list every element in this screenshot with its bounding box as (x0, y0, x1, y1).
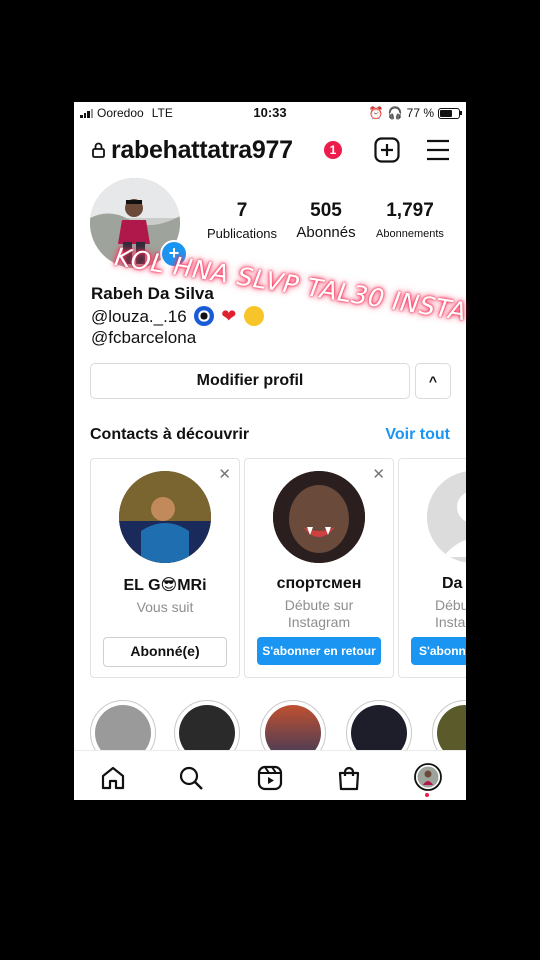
bio-name: Rabeh Da Silva (91, 284, 214, 303)
notification-badge: 1 (324, 141, 342, 159)
headphones-icon: 🎧 (387, 106, 403, 120)
edit-profile-button[interactable]: Modifier profil (90, 363, 410, 399)
home-icon[interactable] (100, 765, 126, 791)
profile-header: rabehattatra977 1 (74, 132, 466, 168)
alarm-icon: ⏰ (368, 106, 384, 120)
heart-icon: ❤ (221, 306, 237, 326)
battery-icon (438, 107, 462, 119)
phone-screen: Ooredoo LTE 10:33 ⏰ 🎧 77 % rabehattatra9… (74, 102, 466, 800)
heart-eyes-emoji-icon (244, 306, 265, 326)
highlight-item[interactable] (260, 700, 326, 750)
hamburger-menu-icon[interactable] (426, 139, 450, 161)
lock-icon (92, 142, 105, 158)
suggestion-avatar[interactable] (427, 471, 466, 563)
suggestion-avatar[interactable] (273, 471, 365, 563)
following-button[interactable]: Abonné(e) (103, 637, 227, 667)
highlight-item[interactable] (90, 700, 156, 750)
suggestion-subtitle: Débute sur Instagram (284, 597, 354, 630)
shop-bag-icon[interactable] (336, 765, 362, 791)
suggestion-subtitle: Vous suit (136, 599, 194, 615)
activity-dot (425, 793, 429, 797)
stat-posts[interactable]: 7 Publications (202, 200, 282, 241)
bio-line-2[interactable]: @fcbarcelona (91, 328, 196, 348)
highlights-row (74, 700, 466, 750)
evil-eye-icon (194, 306, 215, 326)
profile-avatar-icon[interactable] (414, 763, 442, 791)
suggestion-name: EL G😎MRi (123, 577, 207, 594)
stat-followers[interactable]: 505 Abonnés (290, 200, 362, 241)
follow-back-button[interactable]: S'abonner en retour (257, 637, 381, 665)
mention-link[interactable]: @louza._.16 (91, 307, 187, 326)
username-switcher[interactable]: rabehattatra977 (111, 136, 293, 165)
suggestion-subtitle: Débu Insta (435, 597, 466, 630)
bottom-tab-bar (74, 750, 466, 800)
suggestions-title: Contacts à découvrir (90, 426, 250, 443)
highlight-item[interactable] (432, 700, 466, 750)
collapse-suggestions-button[interactable]: ^ (415, 363, 451, 399)
close-icon[interactable]: ✕ (218, 465, 231, 483)
stat-following[interactable]: 1,797 Abonnements (370, 200, 450, 240)
suggestion-name: Da (442, 575, 463, 592)
see-all-link[interactable]: Voir tout (385, 426, 450, 444)
suggestion-name: спортсмен (276, 575, 362, 592)
battery-percent: 77 % (406, 106, 434, 120)
suggestion-avatar[interactable] (119, 471, 211, 563)
plus-square-icon[interactable] (374, 137, 400, 163)
close-icon[interactable]: ✕ (372, 465, 385, 483)
suggestion-card[interactable]: ✕ EL G😎MRi Vous suit Abonné(e) (90, 458, 240, 678)
follow-button[interactable]: S'abonne (411, 637, 466, 665)
highlight-item[interactable] (174, 700, 240, 750)
bio-line-1: @louza._.16 ❤ (91, 306, 265, 327)
suggestion-card[interactable]: Da Débu Insta S'abonne (398, 458, 466, 678)
reels-icon[interactable] (257, 765, 283, 791)
search-icon[interactable] (178, 765, 204, 791)
highlight-item[interactable] (346, 700, 412, 750)
status-bar: Ooredoo LTE 10:33 ⏰ 🎧 77 % (74, 102, 466, 124)
suggestion-card[interactable]: ✕ спортсмен Débute sur Instagram S'abonn… (244, 458, 394, 678)
